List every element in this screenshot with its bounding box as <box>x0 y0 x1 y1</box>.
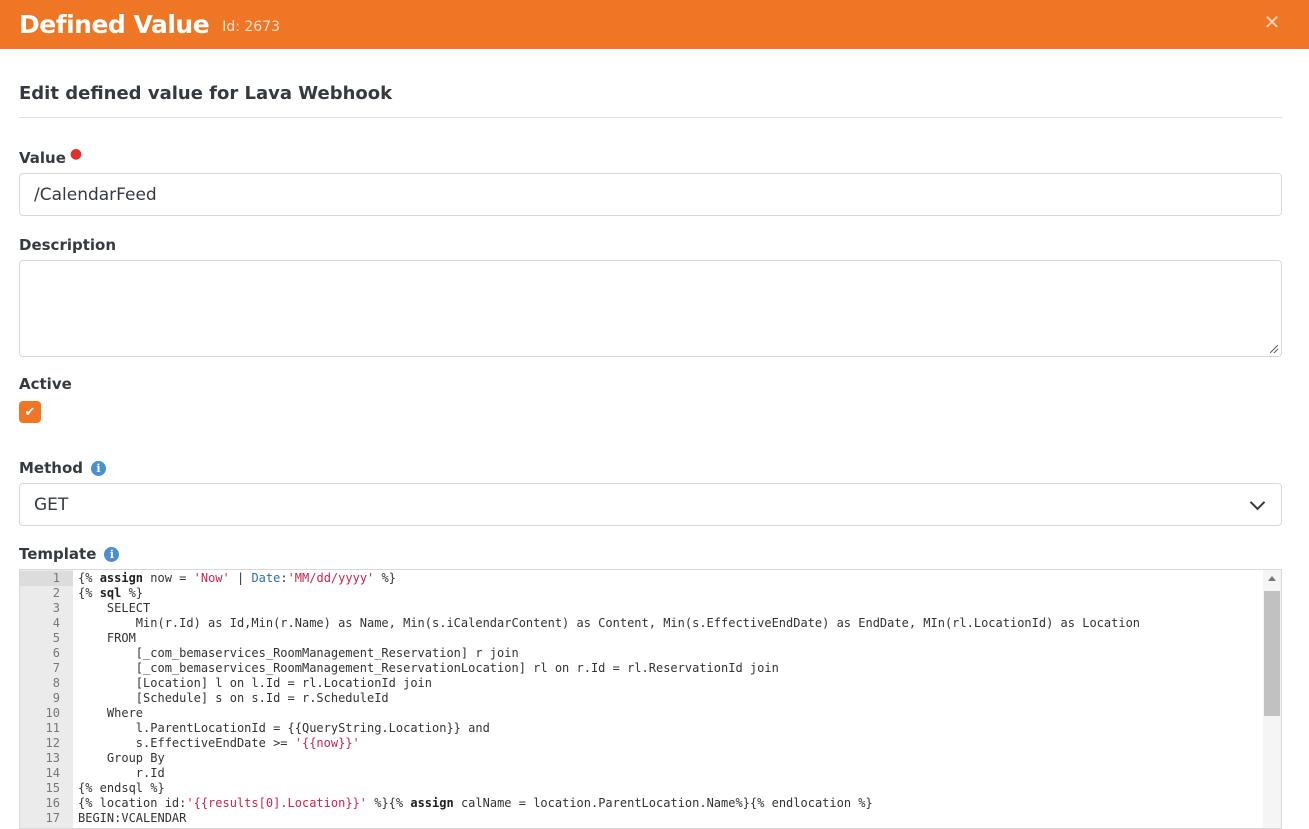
line-number: 11 <box>45 721 60 735</box>
template-label-text: Template <box>19 545 97 563</box>
active-checkbox[interactable]: ✔ <box>19 401 41 423</box>
value-label: Value ● <box>19 146 1282 167</box>
line-number: 8 <box>52 676 60 690</box>
modal-body: Edit defined value for Lava Webhook Valu… <box>0 49 1309 829</box>
line-number: 1 <box>20 571 73 586</box>
method-select[interactable]: GET <box>19 483 1282 526</box>
info-icon[interactable]: i <box>104 546 120 562</box>
record-id: Id: 2673 <box>222 19 280 35</box>
code-line: 4 Min(r.Id) as Id,Min(r.Name) as Name, M… <box>20 616 1261 631</box>
line-number: 4 <box>52 616 60 630</box>
code-text: {% sql %} <box>78 586 144 600</box>
code-line: 3 SELECT <box>20 601 1261 616</box>
code-text: [_com_bemaservices_RoomManagement_Reserv… <box>78 661 779 675</box>
line-number: 6 <box>52 646 60 660</box>
line-number: 5 <box>52 631 60 645</box>
code-text: {% location id:'{{results[0].Location}}'… <box>78 796 873 810</box>
active-label: Active <box>19 375 1282 393</box>
code-line: 10 Where <box>20 706 1261 721</box>
code-text: Group By <box>78 751 165 765</box>
form-subtitle: Edit defined value for Lava Webhook <box>19 49 1282 118</box>
code-line: 2 {% sql %} <box>20 586 1261 601</box>
method-selected-value: GET <box>34 494 69 515</box>
code-line: 1 {% assign now = 'Now' | Date:'MM/dd/yyy… <box>20 571 1261 586</box>
code-line: 9 [Schedule] s on s.Id = r.ScheduleId <box>20 691 1261 706</box>
code-line: 14 r.Id <box>20 766 1261 781</box>
code-text: BEGIN:VCALENDAR <box>78 811 187 825</box>
line-number: 12 <box>45 736 60 750</box>
template-code-editor[interactable]: 1 {% assign now = 'Now' | Date:'MM/dd/yyy… <box>19 569 1282 829</box>
code-line: 6 [_com_bemaservices_RoomManagement_Rese… <box>20 646 1261 661</box>
code-line: 5 FROM <box>20 631 1261 646</box>
code-text: SELECT <box>78 601 151 615</box>
code-text: [Location] l on l.Id = rl.LocationId joi… <box>78 676 433 690</box>
line-number: 3 <box>52 601 60 615</box>
code-text: Min(r.Id) as Id,Min(r.Name) as Name, Min… <box>78 616 1141 630</box>
checkmark-icon: ✔ <box>24 404 36 420</box>
template-label: Template i <box>19 545 1282 563</box>
code-text: FROM <box>78 631 136 645</box>
code-text: Where <box>78 706 144 720</box>
modal-header: Defined Value Id: 2673 ✕ <box>0 0 1309 49</box>
code-line: 15 {% endsql %} <box>20 781 1261 796</box>
code-line: 7 [_com_bemaservices_RoomManagement_Rese… <box>20 661 1261 676</box>
modal-title: Defined Value <box>19 10 210 39</box>
code-text: {% assign now = 'Now' | Date:'MM/dd/yyyy… <box>78 571 396 585</box>
method-label: Method i <box>19 459 1282 477</box>
code-text: l.ParentLocationId = {{QueryString.Locat… <box>78 721 490 735</box>
code-text: s.EffectiveEndDate >= '{{now}}' <box>78 736 360 750</box>
code-line: 8 [Location] l on l.Id = rl.LocationId j… <box>20 676 1261 691</box>
line-number: 17 <box>45 811 60 825</box>
value-label-text: Value <box>19 149 66 167</box>
code-line: 11 l.ParentLocationId = {{QueryString.Lo… <box>20 721 1261 736</box>
chevron-down-icon <box>1249 494 1266 510</box>
editor-scrollbar[interactable] <box>1263 570 1281 828</box>
code-line: 17 BEGIN:VCALENDAR <box>20 811 1261 826</box>
line-number: 9 <box>52 691 60 705</box>
scroll-thumb[interactable] <box>1264 591 1280 716</box>
value-input-text: /CalendarFeed <box>34 184 157 205</box>
code-line: 16 {% location id:'{{results[0].Location}… <box>20 796 1261 811</box>
description-label: Description <box>19 236 1282 254</box>
code-line: 12 s.EffectiveEndDate >= '{{now}}' <box>20 736 1261 751</box>
code-text: [_com_bemaservices_RoomManagement_Reserv… <box>78 646 519 660</box>
info-icon[interactable]: i <box>91 460 106 476</box>
description-label-text: Description <box>19 236 117 254</box>
active-label-text: Active <box>19 375 72 393</box>
resize-grip-icon[interactable] <box>1270 345 1278 353</box>
scroll-up-icon[interactable] <box>1268 576 1276 581</box>
value-input[interactable]: /CalendarFeed <box>19 173 1282 216</box>
code-text: [Schedule] s on s.Id = r.ScheduleId <box>78 691 389 705</box>
method-label-text: Method <box>19 459 83 477</box>
close-icon[interactable]: ✕ <box>1263 10 1281 34</box>
line-number: 7 <box>52 661 60 675</box>
code-lines: 1 {% assign now = 'Now' | Date:'MM/dd/yyy… <box>20 571 1261 826</box>
description-textarea[interactable] <box>19 260 1282 357</box>
line-number: 10 <box>45 706 60 720</box>
line-number: 13 <box>45 751 60 765</box>
line-number: 14 <box>45 766 60 780</box>
code-text: {% endsql %} <box>78 781 165 795</box>
line-number: 2 <box>52 586 60 600</box>
code-text: r.Id <box>78 766 165 780</box>
line-number: 15 <box>45 781 60 795</box>
code-line: 13 Group By <box>20 751 1261 766</box>
required-indicator: ● <box>69 146 83 162</box>
line-number: 16 <box>45 796 60 810</box>
